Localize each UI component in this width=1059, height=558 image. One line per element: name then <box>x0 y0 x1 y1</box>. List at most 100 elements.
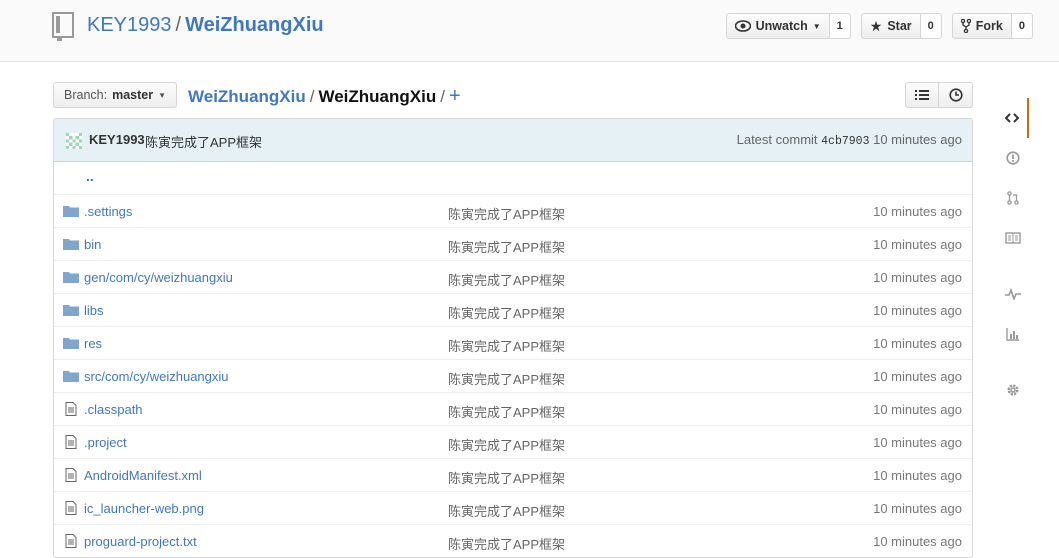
latest-commit-bar: KEY1993 陈寅完成了APP框架 Latest commit 4cb7903… <box>54 119 972 162</box>
file-name-link[interactable]: ic_launcher-web.png <box>84 501 204 516</box>
unwatch-button[interactable]: Unwatch ▼ <box>725 13 830 39</box>
repo-side-nav <box>997 98 1059 410</box>
file-table: KEY1993 陈寅完成了APP框架 Latest commit 4cb7903… <box>53 118 973 558</box>
repo-link[interactable]: WeiZhuangXiu <box>185 14 324 36</box>
branch-name: master <box>112 88 154 102</box>
avatar[interactable] <box>66 133 82 149</box>
file-age: 10 minutes ago <box>873 435 962 450</box>
file-commit-message[interactable]: 陈寅完成了APP框架 <box>448 534 565 553</box>
file-icon <box>63 501 79 515</box>
file-age: 10 minutes ago <box>873 237 962 252</box>
breadcrumb-separator: / <box>309 87 315 106</box>
title-separator: / <box>175 14 182 36</box>
file-name-link[interactable]: bin <box>84 237 101 252</box>
commit-message[interactable]: 陈寅完成了APP框架 <box>145 132 262 151</box>
file-name-link[interactable]: proguard-project.txt <box>84 534 197 549</box>
file-row: proguard-project.txt 陈寅完成了APP框架 10 minutes… <box>54 524 972 557</box>
fork-button[interactable]: Fork <box>951 13 1012 39</box>
star-button[interactable]: ★ Star <box>860 13 921 39</box>
file-row: .settings 陈寅完成了APP框架 10 minutes ago <box>54 194 972 227</box>
pulse-icon <box>1005 288 1021 300</box>
file-commit-message[interactable]: 陈寅完成了APP框架 <box>448 303 565 322</box>
folder-icon <box>63 270 79 284</box>
file-commit-message[interactable]: 陈寅完成了APP框架 <box>448 369 565 388</box>
file-name-link[interactable]: res <box>84 336 102 351</box>
file-age: 10 minutes ago <box>873 369 962 384</box>
unwatch-label: Unwatch <box>755 19 808 33</box>
file-commit-message[interactable]: 陈寅完成了APP框架 <box>448 237 565 256</box>
file-age: 10 minutes ago <box>873 270 962 285</box>
file-commit-message[interactable]: 陈寅完成了APP框架 <box>448 270 565 289</box>
branch-selector[interactable]: Branch: master ▼ <box>53 82 178 108</box>
file-name-link[interactable]: libs <box>84 303 104 318</box>
owner-link[interactable]: KEY1993 <box>87 14 172 36</box>
pull-requests-tab[interactable] <box>997 178 1029 218</box>
history-button[interactable] <box>939 82 973 108</box>
commit-meta: Latest commit 4cb7903 10 minutes ago <box>737 132 962 148</box>
file-commit-message[interactable]: 陈寅完成了APP框架 <box>448 435 565 454</box>
parent-directory-row: .. <box>54 162 972 194</box>
folder-icon <box>63 303 79 317</box>
breadcrumb-current: WeiZhuangXiu <box>318 87 437 106</box>
parent-directory-link[interactable]: .. <box>86 168 94 184</box>
repo-title: KEY1993/WeiZhuangXiu <box>87 14 324 37</box>
file-icon <box>63 468 79 482</box>
file-commit-message[interactable]: 陈寅完成了APP框架 <box>448 468 565 487</box>
file-commit-message[interactable]: 陈寅完成了APP框架 <box>448 402 565 421</box>
file-commit-message[interactable]: 陈寅完成了APP框架 <box>448 501 565 520</box>
watch-count[interactable]: 1 <box>829 13 851 39</box>
file-age: 10 minutes ago <box>873 204 962 219</box>
latest-commit-label: Latest commit <box>736 132 818 147</box>
chevron-down-icon: ▼ <box>812 21 821 31</box>
file-name-link[interactable]: .classpath <box>84 402 143 417</box>
breadcrumb: WeiZhuangXiu / WeiZhuangXiu / + <box>188 85 461 108</box>
list-icon <box>915 90 929 100</box>
file-age: 10 minutes ago <box>873 468 962 483</box>
commit-author[interactable]: KEY1993 <box>89 132 145 147</box>
repo-icon <box>52 12 74 41</box>
file-row: .project 陈寅完成了APP框架 10 minutes ago <box>54 425 972 458</box>
breadcrumb-root[interactable]: WeiZhuangXiu <box>188 87 306 106</box>
commit-age: 10 minutes ago <box>873 132 962 147</box>
file-icon <box>63 435 79 449</box>
file-commit-message[interactable]: 陈寅完成了APP框架 <box>448 336 565 355</box>
list-view-button[interactable] <box>905 82 939 108</box>
new-file-plus-button[interactable]: + <box>449 85 461 107</box>
file-age: 10 minutes ago <box>873 402 962 417</box>
pulse-tab[interactable] <box>997 274 1029 314</box>
fork-count[interactable]: 0 <box>1011 13 1033 39</box>
graphs-tab[interactable] <box>997 314 1029 354</box>
eye-icon <box>734 20 751 32</box>
watch-group: Unwatch ▼ 1 <box>725 13 851 39</box>
repo-header: KEY1993/WeiZhuangXiu Unwatch ▼ 1 ★ Star … <box>0 0 1059 62</box>
pull-request-icon <box>1007 191 1019 205</box>
wiki-tab[interactable] <box>997 218 1029 258</box>
repo-actions: Unwatch ▼ 1 ★ Star 0 Fork 0 <box>725 13 1033 39</box>
file-name-link[interactable]: .project <box>84 435 127 450</box>
file-commit-message[interactable]: 陈寅完成了APP框架 <box>448 204 565 223</box>
file-row: bin 陈寅完成了APP框架 10 minutes ago <box>54 227 972 260</box>
star-icon: ★ <box>869 17 883 34</box>
file-name-link[interactable]: .settings <box>84 204 132 219</box>
fork-label: Fork <box>975 19 1003 33</box>
graph-icon <box>1006 328 1019 341</box>
file-name-link[interactable]: AndroidManifest.xml <box>84 468 202 483</box>
star-count[interactable]: 0 <box>920 13 942 39</box>
folder-icon <box>63 204 79 218</box>
file-name-link[interactable]: gen/com/cy/weizhuangxiu <box>84 270 233 285</box>
issues-tab[interactable] <box>997 138 1029 178</box>
file-row: gen/com/cy/weizhuangxiu 陈寅完成了APP框架 10 minu… <box>54 260 972 293</box>
file-icon <box>63 402 79 416</box>
code-tab[interactable] <box>997 98 1029 138</box>
fork-group: Fork 0 <box>951 13 1033 39</box>
settings-tab[interactable] <box>997 370 1029 410</box>
view-buttons <box>905 82 973 108</box>
side-nav-spacer <box>997 258 1059 274</box>
branch-prefix: Branch: <box>64 88 108 102</box>
file-row: AndroidManifest.xml 陈寅完成了APP框架 10 minutes … <box>54 458 972 491</box>
file-name-link[interactable]: src/com/cy/weizhuangxiu <box>84 369 229 384</box>
chevron-down-icon: ▼ <box>158 90 167 100</box>
issue-icon <box>1006 151 1020 165</box>
commit-sha[interactable]: 4cb7903 <box>821 135 869 148</box>
book-icon <box>1005 232 1021 244</box>
